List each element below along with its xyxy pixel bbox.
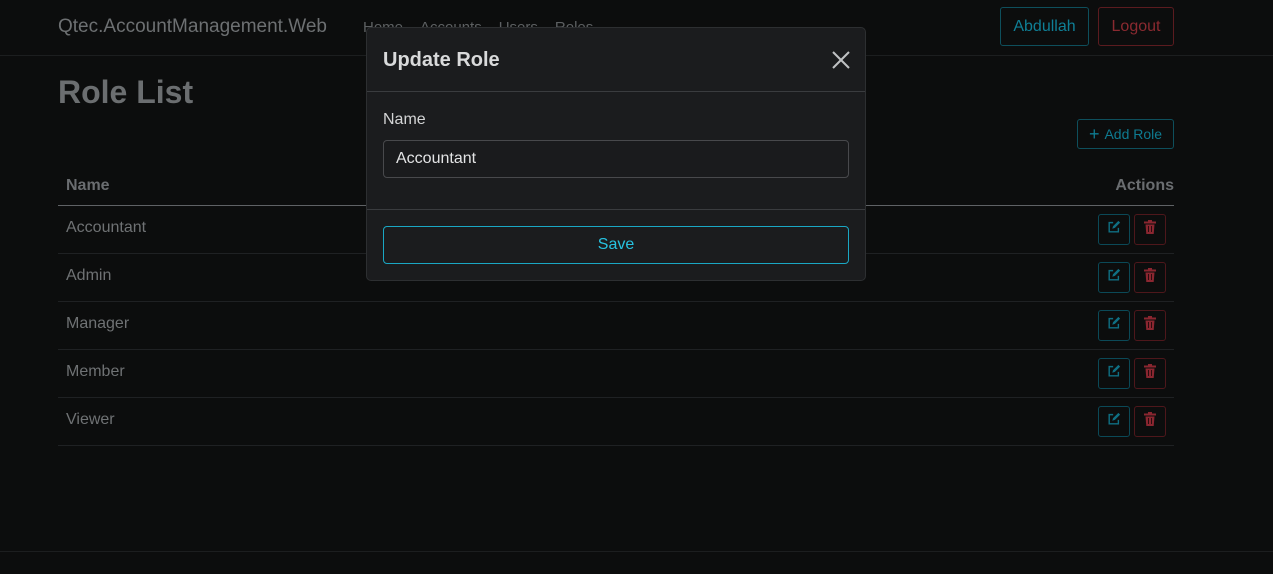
delete-button[interactable]: [1134, 358, 1166, 389]
name-field-label: Name: [383, 111, 426, 128]
edit-button[interactable]: [1098, 406, 1130, 437]
close-icon[interactable]: [831, 50, 851, 70]
edit-button[interactable]: [1098, 358, 1130, 389]
delete-button[interactable]: [1134, 310, 1166, 341]
role-name: Viewer: [66, 411, 115, 428]
table-row: Viewer: [58, 398, 1174, 446]
role-name: Accountant: [66, 219, 147, 236]
column-header-name: Name: [66, 177, 110, 194]
edit-icon: [1107, 220, 1121, 239]
role-name-input[interactable]: [383, 140, 849, 178]
modal-footer-divider: [367, 209, 865, 210]
trash-icon: [1144, 268, 1156, 287]
table-row: Member: [58, 350, 1174, 398]
edit-icon: [1107, 412, 1121, 431]
trash-icon: [1144, 316, 1156, 335]
brand-link[interactable]: Qtec.AccountManagement.Web: [58, 16, 327, 38]
trash-icon: [1144, 412, 1156, 431]
role-name: Member: [66, 363, 125, 380]
edit-icon: [1107, 316, 1121, 335]
add-role-button[interactable]: + Add Role: [1077, 119, 1174, 149]
delete-button[interactable]: [1134, 406, 1166, 437]
delete-button[interactable]: [1134, 262, 1166, 293]
trash-icon: [1144, 364, 1156, 383]
modal-header: Update Role: [367, 28, 865, 92]
edit-button[interactable]: [1098, 262, 1130, 293]
delete-button[interactable]: [1134, 214, 1166, 245]
save-button[interactable]: Save: [383, 226, 849, 264]
edit-button[interactable]: [1098, 214, 1130, 245]
column-header-actions: Actions: [1115, 177, 1174, 194]
trash-icon: [1144, 220, 1156, 239]
edit-button[interactable]: [1098, 310, 1130, 341]
plus-icon: +: [1088, 124, 1100, 144]
logout-button[interactable]: Logout: [1098, 7, 1174, 46]
update-role-modal: Update Role Name Save: [366, 27, 866, 281]
footer-divider: [0, 551, 1273, 552]
role-name: Manager: [66, 315, 130, 332]
table-row: Manager: [58, 302, 1174, 350]
edit-icon: [1107, 268, 1121, 287]
modal-title: Update Role: [383, 49, 500, 71]
role-name: Admin: [66, 267, 112, 284]
add-role-label: Add Role: [1104, 126, 1163, 142]
page-title: Role List: [58, 74, 194, 110]
edit-icon: [1107, 364, 1121, 383]
user-profile-button[interactable]: Abdullah: [1000, 7, 1089, 46]
